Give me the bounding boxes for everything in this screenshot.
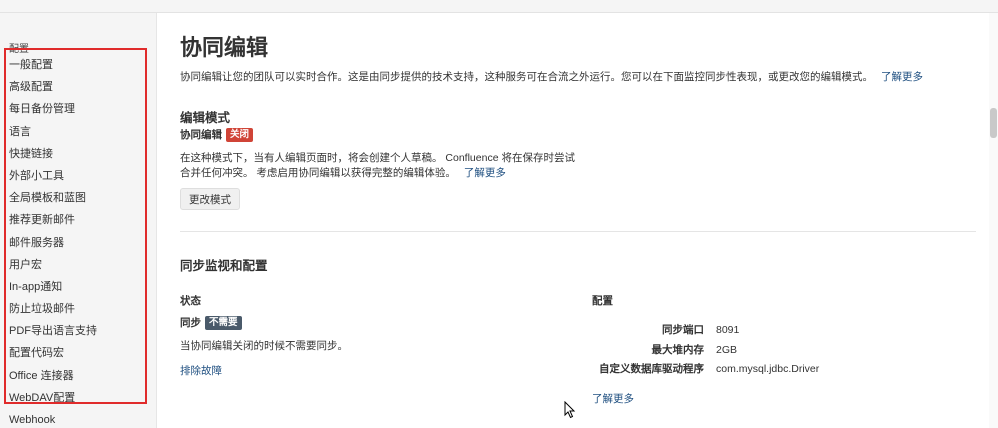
admin-sidebar: 配置 一般配置 高级配置 每日备份管理 语言 快捷链接 外部小工具 全局模板和蓝…	[0, 13, 157, 428]
sidebar-item-recommended-updates-email[interactable]: 推荐更新邮件	[9, 212, 97, 234]
sidebar-item-general-config[interactable]: 一般配置	[9, 57, 97, 79]
config-key-db-driver: 自定义数据库驱动程序	[599, 363, 704, 375]
sync-note: 当协同编辑关闭的时候不需要同步。	[180, 340, 348, 352]
config-row-max-heap: 最大堆内存 2GB	[592, 343, 819, 363]
edit-mode-heading: 编辑模式	[180, 111, 231, 125]
sidebar-section-label: 配置	[9, 44, 29, 55]
sync-monitoring-heading: 同步监视和配置	[180, 259, 268, 273]
sidebar-item-spam-prevention[interactable]: 防止垃圾邮件	[9, 301, 97, 323]
edit-mode-desc-line1: 在这种模式下，当有人编辑页面时，将会创建个人草稿。 Confluence 将在保…	[180, 152, 575, 164]
scrollbar-thumb[interactable]	[990, 108, 997, 138]
change-mode-button[interactable]: 更改模式	[180, 188, 240, 210]
sidebar-item-webdav-config[interactable]: WebDAV配置	[9, 390, 97, 412]
top-bar	[0, 0, 998, 13]
config-heading: 配置	[592, 295, 613, 307]
collab-editing-label: 协同编辑	[180, 129, 222, 141]
config-learn-more-link[interactable]: 了解更多	[592, 391, 634, 406]
sidebar-item-shortcut-links[interactable]: 快捷链接	[9, 146, 97, 168]
sync-label: 同步	[180, 317, 201, 329]
intro-text-body: 协同编辑让您的团队可以实时合作。这是由同步提供的技术支持，这种服务可在合流之外运…	[180, 71, 873, 83]
sidebar-item-webhook[interactable]: Webhook	[9, 412, 97, 428]
collab-status-badge: 关闭	[226, 127, 254, 142]
sidebar-nav-list: 一般配置 高级配置 每日备份管理 语言 快捷链接 外部小工具 全局模板和蓝图 推…	[9, 57, 97, 428]
sidebar-item-external-gadgets[interactable]: 外部小工具	[9, 168, 97, 190]
sidebar-item-mail-servers[interactable]: 邮件服务器	[9, 235, 97, 257]
sidebar-item-in-app-notifications[interactable]: In-app通知	[9, 279, 97, 301]
config-value-sync-port: 8091	[716, 324, 740, 336]
status-heading: 状态	[180, 295, 201, 307]
page-title: 协同编辑	[180, 35, 269, 60]
mouse-pointer-icon	[564, 401, 576, 419]
config-key-max-heap: 最大堆内存	[651, 343, 705, 356]
intro-text: 协同编辑让您的团队可以实时合作。这是由同步提供的技术支持，这种服务可在合流之外运…	[180, 69, 923, 84]
sidebar-item-code-macro-config[interactable]: 配置代码宏	[9, 345, 97, 367]
config-value-max-heap: 2GB	[716, 343, 738, 356]
sidebar-item-global-templates[interactable]: 全局模板和蓝图	[9, 190, 97, 212]
config-row-db-driver: 自定义数据库驱动程序 com.mysql.jdbc.Driver	[592, 362, 819, 382]
edit-mode-desc-line2: 合并任何冲突。 考虑启用协同编辑以获得完整的编辑体验。	[180, 167, 456, 179]
page-scrollbar[interactable]	[989, 13, 998, 428]
edit-mode-description: 在这种模式下，当有人编辑页面时，将会创建个人草稿。 Confluence 将在保…	[180, 151, 575, 181]
config-value-db-driver: com.mysql.jdbc.Driver	[716, 363, 820, 375]
sidebar-item-user-macros[interactable]: 用户宏	[9, 257, 97, 279]
sync-status-badge: 不需要	[205, 315, 242, 330]
sidebar-item-daily-backup[interactable]: 每日备份管理	[9, 101, 97, 123]
sidebar-item-pdf-export-language[interactable]: PDF导出语言支持	[9, 323, 97, 345]
sidebar-item-language[interactable]: 语言	[9, 124, 97, 146]
collab-editing-row: 协同编辑 关闭	[180, 127, 254, 142]
sync-status-row: 同步 不需要	[180, 315, 242, 330]
config-row-sync-port: 同步端口 8091	[592, 323, 819, 343]
edit-mode-learn-more-link[interactable]: 了解更多	[464, 167, 506, 179]
sidebar-item-office-connector[interactable]: Office 连接器	[9, 368, 97, 390]
config-table: 同步端口 8091 最大堆内存 2GB 自定义数据库驱动程序 com.mysql…	[592, 323, 819, 382]
intro-learn-more-link[interactable]: 了解更多	[881, 71, 923, 83]
sidebar-item-advanced-config[interactable]: 高级配置	[9, 79, 97, 101]
edit-mode-desc-line2-wrap: 合并任何冲突。 考虑启用协同编辑以获得完整的编辑体验。 了解更多	[180, 166, 575, 181]
troubleshoot-link[interactable]: 排除故障	[180, 363, 222, 378]
config-key-sync-port: 同步端口	[662, 324, 704, 336]
section-divider	[180, 231, 976, 232]
